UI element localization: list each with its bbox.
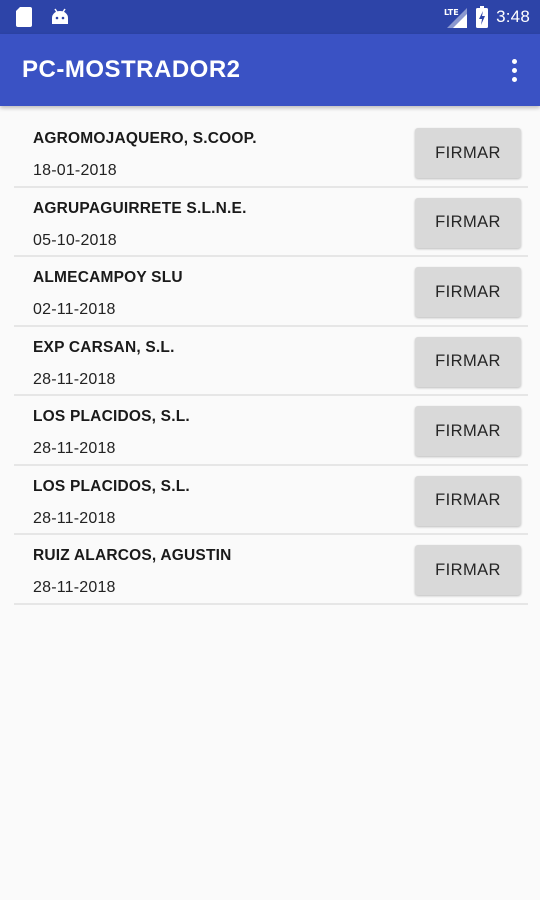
item-name: LOS PLACIDOS, S.L. (33, 408, 190, 425)
menu-dot (511, 76, 517, 82)
menu-dot (511, 67, 517, 73)
item-name: ALMECAMPOY SLU (33, 269, 183, 286)
app-title: PC-MOSTRADOR2 (22, 56, 241, 83)
item-date: 05-10-2018 (33, 231, 117, 249)
status-right-icons: LTE 3:48 (444, 5, 530, 29)
item-date: 28-11-2018 (33, 370, 116, 388)
signature-list: AGROMOJAQUERO, S.COOP. 18-01-2018 FIRMAR… (14, 118, 528, 605)
overflow-menu-icon[interactable] (502, 54, 526, 86)
status-bar: LTE 3:48 (0, 0, 540, 34)
list-item: LOS PLACIDOS, S.L. 28-11-2018 FIRMAR (14, 396, 528, 466)
app-bar: PC-MOSTRADOR2 (0, 34, 540, 106)
list-item: RUIZ ALARCOS, AGUSTIN 28-11-2018 FIRMAR (14, 535, 528, 605)
item-date: 28-11-2018 (33, 509, 116, 527)
firmar-button[interactable]: FIRMAR (415, 267, 521, 317)
firmar-button[interactable]: FIRMAR (415, 336, 521, 387)
status-time: 3:48 (496, 7, 530, 26)
lte-signal-icon: LTE (444, 8, 468, 28)
list-item: ALMECAMPOY SLU 02-11-2018 FIRMAR (14, 257, 528, 327)
sd-card-icon (16, 7, 32, 27)
item-name: EXP CARSAN, S.L. (33, 338, 175, 356)
network-label: LTE (444, 8, 459, 17)
item-date: 18-01-2018 (33, 162, 117, 179)
item-name: AGRUPAGUIRRETE S.L.N.E. (33, 199, 247, 217)
item-name: LOS PLACIDOS, S.L. (33, 477, 190, 495)
firmar-button[interactable]: FIRMAR (415, 475, 521, 526)
firmar-button[interactable]: FIRMAR (415, 545, 521, 595)
firmar-button[interactable]: FIRMAR (415, 128, 521, 178)
item-date: 28-11-2018 (33, 440, 116, 457)
list-item: LOS PLACIDOS, S.L. 28-11-2018 FIRMAR (14, 466, 528, 535)
firmar-button[interactable]: FIRMAR (415, 197, 521, 248)
item-name: AGROMOJAQUERO, S.COOP. (33, 130, 257, 147)
menu-dot (511, 58, 517, 64)
list-item: AGRUPAGUIRRETE S.L.N.E. 05-10-2018 FIRMA… (14, 188, 528, 257)
status-left-icons (16, 7, 70, 27)
item-date: 28-11-2018 (33, 579, 116, 596)
item-name: RUIZ ALARCOS, AGUSTIN (33, 547, 232, 564)
battery-charging-icon (476, 6, 489, 28)
list-item: AGROMOJAQUERO, S.COOP. 18-01-2018 FIRMAR (14, 118, 528, 188)
firmar-button[interactable]: FIRMAR (415, 406, 521, 456)
item-date: 02-11-2018 (33, 301, 116, 318)
list-item: EXP CARSAN, S.L. 28-11-2018 FIRMAR (14, 327, 528, 396)
android-icon (52, 8, 68, 24)
